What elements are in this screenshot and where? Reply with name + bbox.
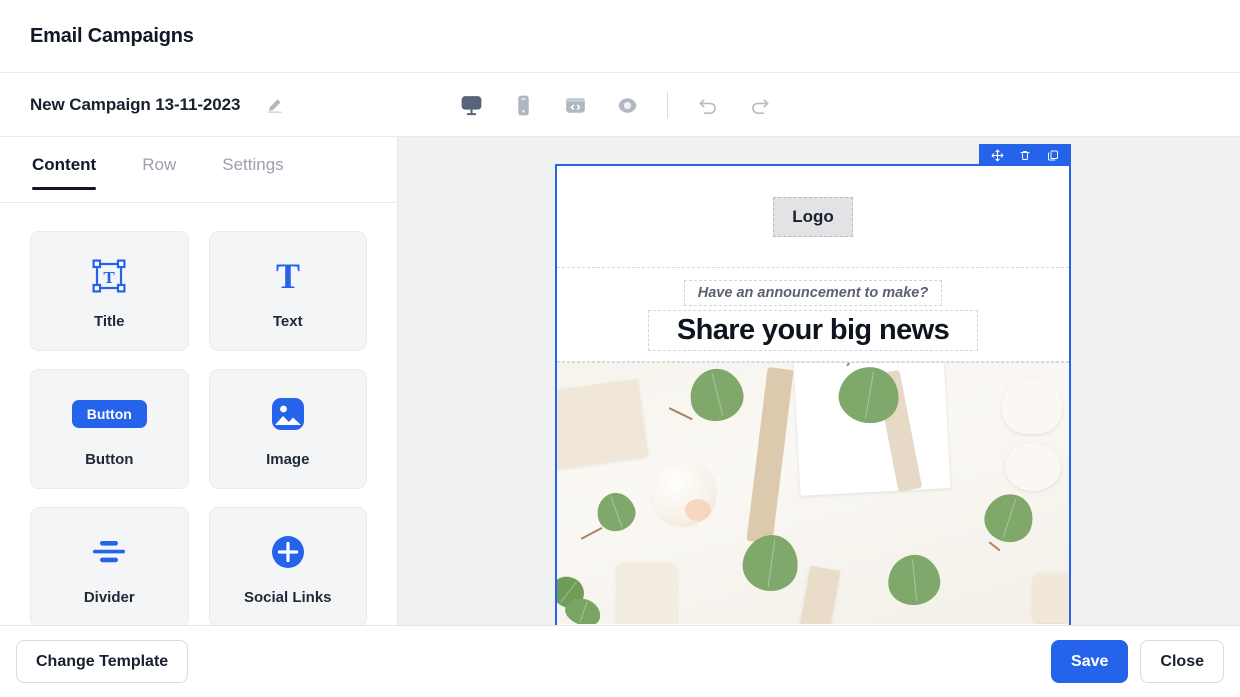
- trash-icon[interactable]: [1013, 144, 1037, 166]
- code-icon[interactable]: [549, 73, 601, 137]
- title-icon: T: [89, 253, 129, 299]
- block-label: Image: [266, 450, 310, 468]
- email-row-logo[interactable]: Logo: [557, 166, 1069, 268]
- block-label: Button: [85, 450, 134, 468]
- email-body-selected[interactable]: Logo Have an announcement to make? Share…: [555, 144, 1071, 625]
- email-builder-window: Email Campaigns New Campaign 13-11-2023: [0, 0, 1240, 697]
- photo-shape: [557, 378, 648, 470]
- svg-text:T: T: [276, 256, 300, 296]
- desktop-icon[interactable]: [445, 73, 497, 137]
- block-label: Title: [93, 312, 125, 330]
- image-icon: [268, 391, 308, 437]
- tab-row[interactable]: Row: [142, 155, 176, 189]
- campaign-name: New Campaign 13-11-2023: [30, 94, 241, 114]
- email-headline[interactable]: Share your big news: [648, 310, 978, 351]
- photo-shape: [746, 367, 794, 544]
- email-subheading[interactable]: Have an announcement to make?: [684, 280, 942, 306]
- change-template-button[interactable]: Change Template: [16, 639, 189, 684]
- editor-footer: Change Template Save Close: [0, 625, 1240, 697]
- block-button[interactable]: Button Button: [30, 369, 1240, 697]
- title-bar: Email Campaigns: [0, 0, 1240, 73]
- photo-shape: [799, 565, 841, 624]
- close-button[interactable]: Close: [1140, 639, 1224, 684]
- toolbar-divider: [667, 92, 668, 118]
- editor-toolbar: New Campaign 13-11-2023: [0, 73, 1240, 137]
- button-icon: Button: [71, 391, 1240, 697]
- block-divider[interactable]: Divider: [30, 507, 189, 625]
- svg-text:T: T: [104, 268, 116, 287]
- photo-shape: [1005, 443, 1061, 491]
- block-image[interactable]: Image: [208, 369, 367, 489]
- pencil-icon[interactable]: [262, 92, 288, 118]
- editor-body: Content Row Settings T Title T Text Butt…: [0, 137, 1240, 697]
- photo-shape: [685, 499, 711, 521]
- tab-content[interactable]: Content: [32, 155, 97, 190]
- text-icon: T: [268, 253, 308, 299]
- redo-icon[interactable]: [734, 73, 786, 137]
- block-label: Divider: [83, 588, 135, 606]
- block-text[interactable]: T Text: [208, 231, 367, 351]
- content-sidebar: Content Row Settings T Title T Text Butt…: [0, 137, 1240, 697]
- email-canvas[interactable]: Logo Have an announcement to make? Share…: [398, 137, 1240, 625]
- photo-leaf: [885, 552, 943, 608]
- move-icon[interactable]: [985, 144, 1009, 166]
- divider-icon: [89, 529, 129, 575]
- tab-settings[interactable]: Settings: [222, 155, 283, 189]
- photo-shape: [668, 407, 693, 421]
- photo-leaf: [684, 363, 749, 427]
- email-row-image[interactable]: [557, 362, 1069, 624]
- selection-toolbar: [979, 144, 1071, 166]
- button-icon-label: Button: [71, 399, 147, 428]
- photo-shape: [617, 563, 677, 624]
- mobile-icon[interactable]: [497, 73, 549, 137]
- block-social-links[interactable]: Social Links: [208, 507, 367, 625]
- save-button[interactable]: Save: [1051, 639, 1129, 684]
- view-mode-group: [445, 73, 786, 137]
- email-row-heading[interactable]: Have an announcement to make? Share your…: [557, 268, 1069, 362]
- photo-shape: [1033, 573, 1069, 623]
- block-label: Social Links: [243, 588, 332, 606]
- page-title: Email Campaigns: [30, 24, 194, 47]
- eye-icon[interactable]: [601, 73, 653, 137]
- undo-icon[interactable]: [682, 73, 734, 137]
- content-blocks-grid: T Title T Text Button Button Image Divid…: [0, 203, 1240, 697]
- duplicate-icon[interactable]: [1041, 144, 1065, 166]
- photo-shape: [1002, 378, 1062, 434]
- social-links-icon: [268, 529, 308, 575]
- photo-shape: [580, 526, 603, 540]
- block-label: Text: [272, 312, 303, 330]
- photo-shape: [988, 541, 1001, 552]
- footer-actions: Save Close: [1051, 639, 1224, 684]
- photo-leaf: [978, 487, 1040, 549]
- block-title[interactable]: T Title: [30, 231, 189, 351]
- sidebar-tabs: Content Row Settings: [0, 137, 397, 203]
- logo-placeholder[interactable]: Logo: [773, 196, 853, 237]
